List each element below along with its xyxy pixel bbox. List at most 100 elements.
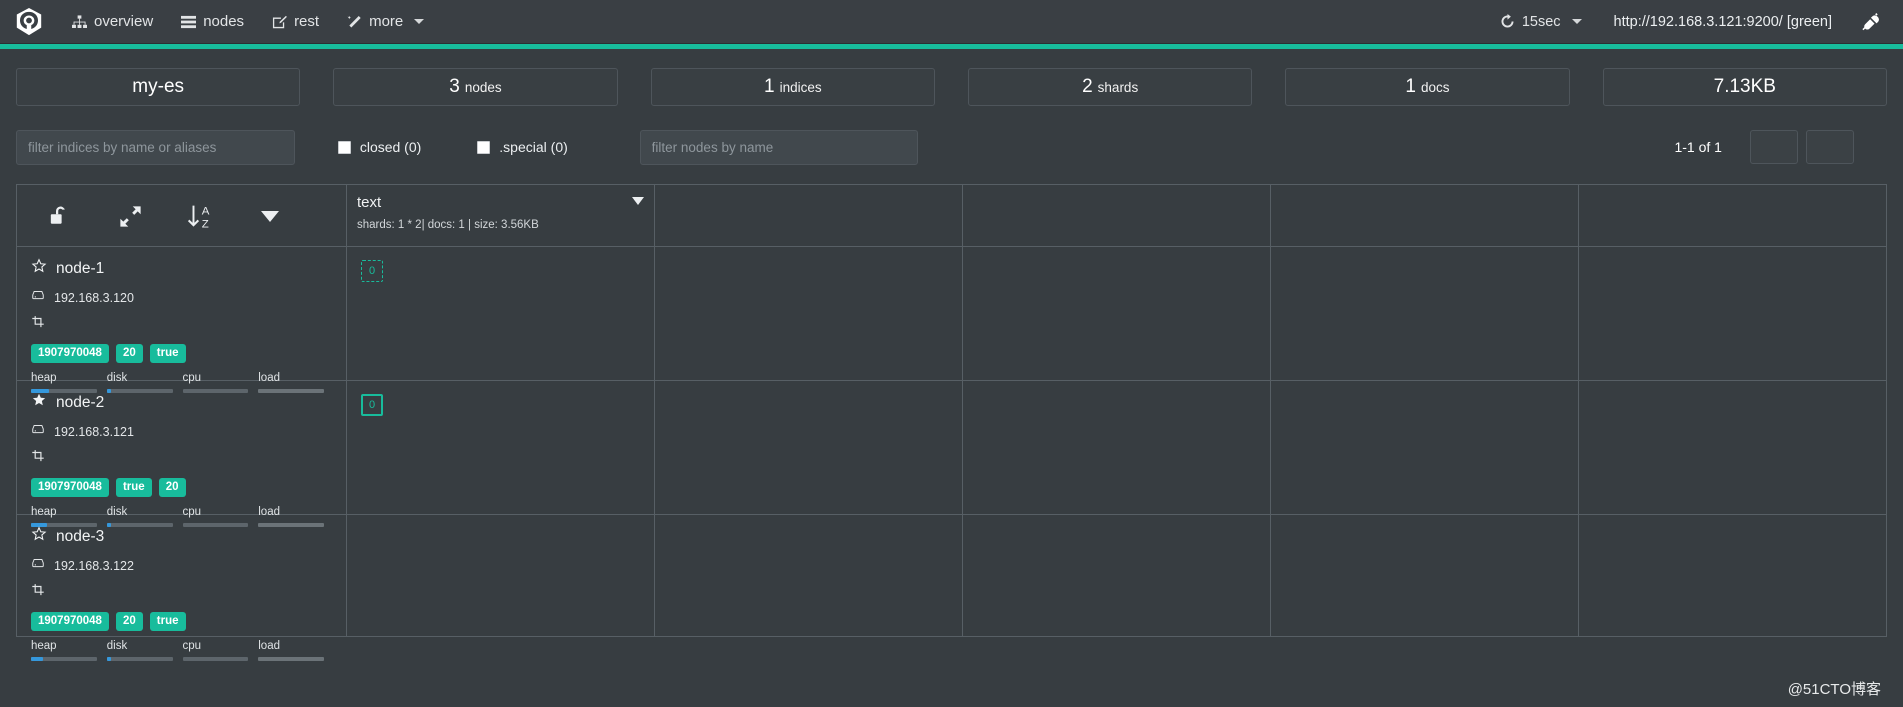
meter-fill xyxy=(31,656,43,661)
shard-wrap: 0 xyxy=(347,381,654,416)
star-filled-icon[interactable] xyxy=(31,392,47,413)
magic-wand-icon xyxy=(347,15,362,29)
index-header-cell: text shards: 1 * 2| docs: 1 | size: 3.56… xyxy=(347,185,655,247)
refresh-interval-dropdown[interactable]: 15sec xyxy=(1486,0,1596,44)
node-ip-line: 192.168.3.122 xyxy=(31,556,334,575)
meter-label: heap xyxy=(31,639,57,652)
stat-unit: indices xyxy=(779,79,822,95)
stat-card-indices-count: 1 indices xyxy=(650,68,935,106)
meter-label: load xyxy=(258,639,280,652)
nav-label-more: more xyxy=(369,13,404,30)
node-name[interactable]: node-1 xyxy=(56,260,104,278)
index-filter-input[interactable] xyxy=(16,129,295,165)
empty-cell xyxy=(1271,247,1579,381)
index-name[interactable]: text xyxy=(357,194,642,211)
node-box: node-2 192.168.3.121 1907970048 true 20 heap d… xyxy=(17,381,346,527)
node-filter-col xyxy=(639,129,919,165)
checkbox-closed-label: closed (0) xyxy=(359,139,422,155)
nav-items: overview nodes rest more xyxy=(58,0,438,44)
checkbox-closed-box[interactable] xyxy=(337,140,351,154)
node-name[interactable]: node-2 xyxy=(56,394,104,412)
shard-cell: 0 xyxy=(347,381,655,515)
grid-toolbar-cell: A Z xyxy=(17,185,347,247)
meter-load: load xyxy=(258,640,334,661)
node-row: node-1 192.168.3.120 1907970048 20 true heap d… xyxy=(17,247,1887,393)
index-checkbox-group: closed (0) .special (0) xyxy=(328,139,568,155)
expand-arrows-icon[interactable] xyxy=(95,185,165,247)
node-badges: 1907970048 20 true xyxy=(31,612,334,631)
node-name[interactable]: node-3 xyxy=(56,528,104,546)
caret-down-icon[interactable] xyxy=(235,185,305,247)
status-badge: true xyxy=(149,612,186,631)
empty-cell xyxy=(1579,381,1887,515)
meter-label: cpu xyxy=(182,639,202,652)
shard-chip-primary[interactable]: 0 xyxy=(361,394,383,416)
pagination-col: 1-1 of 1 xyxy=(1575,130,1854,164)
navbar-right: 15sec http://192.168.3.121:9200/ [green] xyxy=(1486,0,1903,44)
node-title: node-2 xyxy=(31,392,334,413)
pagination-prev-button[interactable] xyxy=(1749,130,1798,164)
stat-card-storage-size: 7.13KB xyxy=(1602,68,1887,106)
index-menu-caret-icon[interactable] xyxy=(632,197,644,205)
crop-icon xyxy=(31,315,334,334)
index-meta: shards: 1 * 2| docs: 1 | size: 3.56KB xyxy=(357,219,539,232)
status-badge: 20 xyxy=(158,478,186,497)
nav-label-overview: overview xyxy=(94,13,154,30)
nav-item-rest[interactable]: rest xyxy=(258,0,333,44)
node-row: node-3 192.168.3.122 1907970048 20 true heap d… xyxy=(17,515,1887,661)
empty-header-cell xyxy=(963,185,1271,247)
pagination: 1-1 of 1 xyxy=(1674,130,1854,164)
node-filter-input[interactable] xyxy=(639,129,919,165)
empty-cell xyxy=(1579,515,1887,637)
checkbox-closed[interactable]: closed (0) xyxy=(337,139,422,155)
status-badge: 1907970048 xyxy=(31,478,109,497)
nav-item-more[interactable]: more xyxy=(333,0,438,44)
stat-card-docs-count: 1 docs xyxy=(1285,68,1570,106)
index-filter-col xyxy=(16,129,295,165)
page-root: overview nodes rest more 15sec http://19… xyxy=(0,0,1903,707)
node-box: node-3 192.168.3.122 1907970048 20 true heap d… xyxy=(17,515,346,661)
nav-item-overview[interactable]: overview xyxy=(58,0,167,44)
svg-text:A: A xyxy=(201,205,209,217)
node-ip-line: 192.168.3.121 xyxy=(31,422,334,441)
shard-cell xyxy=(347,515,655,637)
meter-track xyxy=(106,656,173,661)
unlock-icon[interactable] xyxy=(25,185,95,247)
empty-cell xyxy=(1271,381,1579,515)
filters-row: closed (0) .special (0) 1-1 of 1 xyxy=(0,106,1903,170)
nav-item-nodes[interactable]: nodes xyxy=(167,0,258,44)
status-badge: true xyxy=(149,344,186,363)
connection-url[interactable]: http://192.168.3.121:9200/ [green] xyxy=(1596,14,1850,30)
meter-cpu: cpu xyxy=(182,639,259,661)
sort-alpha-asc-icon[interactable]: A Z xyxy=(165,185,235,247)
star-outline-icon[interactable] xyxy=(31,526,47,547)
chevron-down-icon xyxy=(1571,19,1582,24)
index-checkbox-col: closed (0) .special (0) xyxy=(328,139,607,155)
empty-header-cell xyxy=(1579,185,1887,247)
meter-track xyxy=(258,656,324,661)
empty-cell xyxy=(655,515,963,637)
refresh-icon xyxy=(1500,14,1515,29)
shard-chip-replica[interactable]: 0 xyxy=(361,260,383,282)
stat-card-shards-count: 2 shards xyxy=(967,68,1253,106)
empty-cell xyxy=(963,381,1271,515)
node-meters: heap disk cpu load xyxy=(31,640,334,661)
index-header: text shards: 1 * 2| docs: 1 | size: 3.56… xyxy=(347,185,654,247)
sitemap-icon xyxy=(72,14,87,29)
stat-unit: nodes xyxy=(464,79,502,95)
node-box: node-1 192.168.3.120 1907970048 20 true heap d… xyxy=(17,247,346,393)
hdd-icon xyxy=(31,556,45,575)
checkbox-special-label: .special (0) xyxy=(499,139,568,155)
plug-icon[interactable] xyxy=(1850,12,1887,31)
stat-value: 2 xyxy=(1082,76,1093,97)
meter-track xyxy=(182,656,249,661)
empty-cell xyxy=(963,247,1271,381)
star-outline-icon[interactable] xyxy=(31,258,47,279)
status-badge: 1907970048 xyxy=(31,612,109,631)
pagination-next-button[interactable] xyxy=(1805,130,1854,164)
status-badge: true xyxy=(115,478,152,497)
hdd-icon xyxy=(31,422,45,441)
cerebro-logo-icon[interactable] xyxy=(0,0,58,44)
checkbox-special-box[interactable] xyxy=(477,140,491,154)
checkbox-special[interactable]: .special (0) xyxy=(477,139,568,155)
